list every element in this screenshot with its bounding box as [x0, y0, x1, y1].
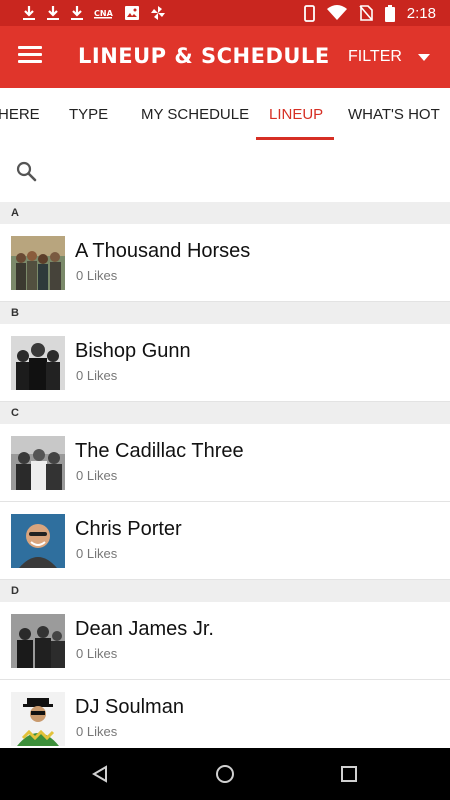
cna-icon: CNA [94, 6, 114, 20]
section-header-c: C [0, 402, 450, 424]
section-header-b: B [0, 302, 450, 324]
artist-name: DJ Soulman [75, 696, 184, 718]
no-sim-icon [359, 5, 373, 21]
download-icon [22, 5, 36, 21]
tab-lineup[interactable]: LINEUP [269, 106, 323, 123]
system-icons: 2:18 [303, 0, 436, 26]
list-item[interactable]: Dean James Jr. 0 Likes [0, 602, 450, 680]
artist-photo [11, 692, 65, 746]
svg-text:CNA: CNA [94, 9, 114, 18]
pinwheel-icon [150, 5, 166, 21]
search-bar [0, 140, 450, 202]
list-item[interactable]: Bishop Gunn 0 Likes [0, 324, 450, 402]
tab-here[interactable]: HERE [0, 106, 40, 123]
tab-bar: HERE TYPE MY SCHEDULE LINEUP WHAT'S HOT [0, 88, 450, 141]
hamburger-icon[interactable] [18, 46, 42, 66]
artist-name: Bishop Gunn [75, 340, 191, 362]
home-circle-icon[interactable] [195, 748, 255, 800]
wifi-icon [326, 5, 347, 21]
likes-count: 0 Likes [76, 724, 118, 739]
likes-count: 0 Likes [76, 546, 118, 561]
artist-photo [11, 614, 65, 668]
filter-button[interactable]: FILTER [348, 48, 402, 66]
tab-my-schedule[interactable]: MY SCHEDULE [141, 106, 249, 123]
list-item[interactable]: The Cadillac Three 0 Likes [0, 424, 450, 502]
tab-whats-hot[interactable]: WHAT'S HOT [348, 106, 440, 123]
likes-count: 0 Likes [76, 368, 118, 383]
app-bar: LINEUP & SCHEDULE FILTER [0, 26, 450, 88]
recents-square-icon[interactable] [319, 748, 379, 800]
likes-count: 0 Likes [76, 268, 118, 283]
artist-photo [11, 436, 65, 490]
search-icon[interactable] [15, 160, 37, 182]
search-input[interactable] [50, 156, 434, 188]
battery-icon [384, 4, 395, 22]
tab-type[interactable]: TYPE [69, 106, 108, 123]
image-icon [124, 5, 140, 21]
artist-photo [11, 514, 65, 568]
artist-name: Dean James Jr. [75, 618, 214, 640]
page-title: LINEUP & SCHEDULE [78, 44, 330, 68]
artist-photo [11, 336, 65, 390]
system-nav-bar [0, 748, 450, 800]
section-header-a: A [0, 202, 450, 224]
artist-name: The Cadillac Three [75, 440, 244, 462]
download-icon [46, 5, 60, 21]
download-icon [70, 5, 84, 21]
notification-icons: CNA [0, 5, 166, 21]
clock: 2:18 [406, 4, 436, 22]
artist-photo [11, 236, 65, 290]
status-bar: CNA 2:18 [0, 0, 450, 26]
phone-icon [303, 4, 315, 22]
list-item[interactable]: DJ Soulman 0 Likes [0, 680, 450, 758]
section-header-d: D [0, 580, 450, 602]
artist-name: Chris Porter [75, 518, 182, 540]
likes-count: 0 Likes [76, 646, 118, 661]
arrow-drop-down-icon[interactable] [418, 54, 430, 61]
back-triangle-icon[interactable] [70, 748, 130, 800]
list-item[interactable]: A Thousand Horses 0 Likes [0, 224, 450, 302]
likes-count: 0 Likes [76, 468, 118, 483]
artist-name: A Thousand Horses [75, 240, 251, 262]
list-item[interactable]: Chris Porter 0 Likes [0, 502, 450, 580]
